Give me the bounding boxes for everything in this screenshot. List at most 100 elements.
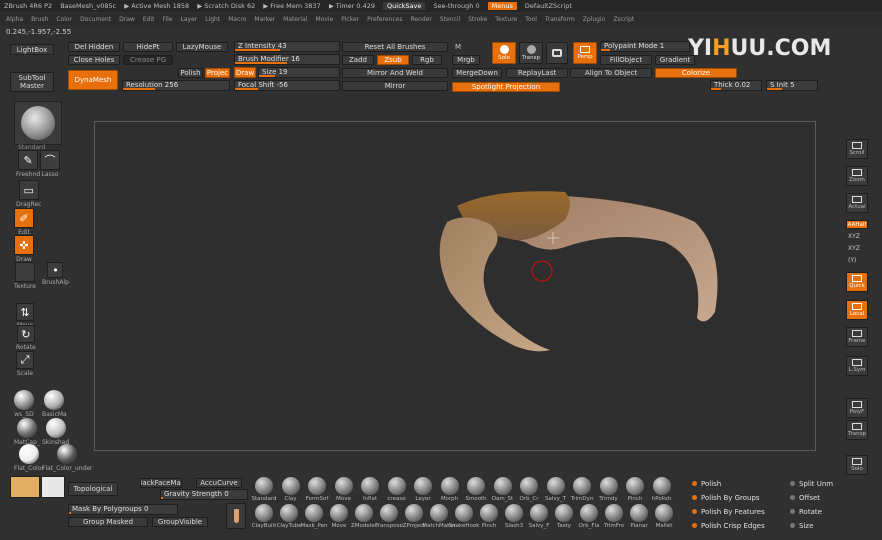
brush-tasty[interactable]: Tasty (552, 504, 576, 529)
secondary-color-swatch[interactable] (41, 476, 65, 498)
option-polish[interactable]: Polish (692, 478, 721, 489)
option-polish-by-features[interactable]: Polish By Features (692, 506, 765, 517)
brush-transpose[interactable]: Transpose (375, 504, 403, 529)
xyz-toggle-1[interactable]: XYZ (848, 245, 860, 252)
menu-document[interactable]: Document (80, 16, 111, 23)
brush-layer[interactable]: Layer (411, 477, 435, 502)
edit-tool[interactable]: ✐ Edit (14, 208, 34, 236)
mrgb-button[interactable]: Mrgb (452, 55, 480, 65)
accucurve-button[interactable]: AccuCurve (196, 478, 242, 488)
actual-button[interactable]: Actual (846, 193, 868, 213)
menu-alpha[interactable]: Alpha (6, 16, 23, 23)
local-button[interactable]: Local (846, 300, 868, 320)
menu-edit[interactable]: Edit (143, 16, 155, 23)
option-polish-by-groups[interactable]: Polish By Groups (692, 492, 760, 503)
scroll-button[interactable]: Scroll (846, 139, 868, 159)
brushalpha-tool[interactable]: • BrushAlp (42, 262, 69, 286)
fillobject-button[interactable]: FillObject (600, 55, 652, 65)
primary-color-swatch[interactable] (10, 476, 40, 498)
solo-button[interactable]: Solo (492, 42, 516, 64)
menu-marker[interactable]: Marker (254, 16, 275, 23)
option-offset[interactable]: Offset (790, 492, 820, 503)
rotate-tool[interactable]: ↻ Rotate (16, 325, 36, 351)
menu-movie[interactable]: Movie (316, 16, 334, 23)
align-to-object-button[interactable]: Align To Object (570, 68, 652, 78)
scale-tool[interactable]: ⤢ Scale (16, 351, 34, 377)
brush-orb-fla[interactable]: Orb_Fla (577, 504, 601, 529)
menu-tool[interactable]: Tool (525, 16, 537, 23)
xyz-toggle-2[interactable]: (Y) (848, 257, 856, 264)
mat4-tool[interactable]: Skinshad (42, 418, 69, 446)
freehand-tool[interactable]: ✎ Freehnd (16, 150, 40, 178)
brush-stroke-icon[interactable] (226, 503, 246, 529)
mat1-tool[interactable]: ws_SD (14, 390, 34, 418)
draw-size-slider[interactable]: Size 19 (258, 67, 340, 78)
option-rotate[interactable]: Rotate (790, 506, 822, 517)
persp-button[interactable]: Persp (573, 42, 597, 64)
menu-texture[interactable]: Texture (495, 16, 517, 23)
camera-icon[interactable] (546, 42, 568, 64)
menu-material[interactable]: Material (283, 16, 307, 23)
brush-trimfro[interactable]: TrimFro (602, 504, 626, 529)
brush-dam-st[interactable]: Dam_St (491, 477, 515, 502)
brush-orb-cr[interactable]: Orb_Cr (517, 477, 541, 502)
menu-transform[interactable]: Transform (545, 16, 575, 23)
dragrect-tool[interactable]: ▭ DragRec (16, 180, 41, 208)
gravity-strength-slider[interactable]: Gravity Strength 0 (160, 489, 248, 500)
brush-pinch[interactable]: Pinch (477, 504, 501, 529)
zsub-button[interactable]: Zsub (377, 55, 409, 65)
mat6-tool[interactable]: Flat_Color_under (42, 444, 92, 472)
del-hidden-button[interactable]: Del Hidden (68, 42, 120, 52)
menu-file[interactable]: File (162, 16, 172, 23)
titlebar-item[interactable]: DefaultZScript (525, 2, 572, 10)
brush-standard[interactable]: Standard (251, 477, 277, 502)
brush-smooth[interactable]: Smooth (464, 477, 488, 502)
resolution-slider[interactable]: Resolution 256 (122, 80, 230, 91)
menu-light[interactable]: Light (205, 16, 220, 23)
mirror-and-weld-button[interactable]: Mirror And Weld (342, 68, 448, 78)
close-holes-button[interactable]: Close Holes (68, 55, 120, 65)
colorize-button[interactable]: Colorize (655, 68, 737, 78)
lightbox-button[interactable]: LightBox (10, 44, 54, 55)
draw-size-mode-button[interactable]: Draw (234, 67, 256, 78)
brush-slash3[interactable]: Slash3 (502, 504, 526, 529)
brush-modifier-slider[interactable]: Brush Modifier 16 (234, 54, 340, 65)
brush-trimdyn[interactable]: TrimDyn (570, 477, 594, 502)
polish-toggle[interactable]: Polish (178, 68, 203, 78)
group-masked-button[interactable]: Group Masked (68, 517, 148, 527)
z-intensity-slider[interactable]: Z Intensity 43 (234, 41, 340, 52)
brush-zmodeler[interactable]: ZModeler (351, 504, 377, 529)
mirror-button[interactable]: Mirror (342, 81, 448, 91)
backface-mask-button[interactable]: BackFaceMas (140, 478, 182, 488)
brush-snakehook[interactable]: SnakeHook (449, 504, 479, 529)
xyz-toggle-0[interactable]: XYZ (848, 233, 860, 240)
menu-brush[interactable]: Brush (31, 16, 48, 23)
topological-button[interactable]: Topological (68, 482, 118, 496)
draw-tool[interactable]: ✜ Draw (14, 235, 34, 263)
frame-button[interactable]: Frame (846, 327, 868, 347)
reset-all-brushes-button[interactable]: Reset All Brushes (342, 42, 448, 52)
brush-morph[interactable]: Morph (438, 477, 462, 502)
option-split-unm[interactable]: Split Unm (790, 478, 833, 489)
quick-button[interactable]: Quick (846, 272, 868, 292)
dynamesh-button[interactable]: DynaMesh (68, 70, 118, 90)
project-toggle[interactable]: Projec (205, 68, 230, 78)
mask-by-polygroups-slider[interactable]: Mask By Polygroups 0 (68, 504, 178, 515)
thick-slider[interactable]: Thick 0.02 (710, 80, 762, 91)
brush-claybuilt[interactable]: ClayBuilt (252, 504, 276, 529)
aahalf-button[interactable]: AAHalf (846, 220, 868, 229)
brush-salvy-t[interactable]: Salvy_T (544, 477, 568, 502)
viewport-canvas[interactable] (94, 121, 816, 451)
l.sym-button[interactable]: L.Sym (846, 356, 868, 376)
brush-move[interactable]: Move (332, 477, 356, 502)
brush-claytube[interactable]: ClayTube (277, 504, 301, 529)
lasso-tool[interactable]: ⌒ Lasso (40, 150, 60, 178)
titlebar-item[interactable]: Menus (487, 2, 517, 10)
solo-button[interactable]: Solo (846, 455, 868, 475)
brush-hpolish[interactable]: hPolish (650, 477, 674, 502)
groupvisible-button[interactable]: GroupVisible (152, 517, 208, 527)
current-brush-thumbnail[interactable] (14, 101, 62, 145)
mergedown-button[interactable]: MergeDown (452, 68, 502, 78)
brush-planar[interactable]: Planar (627, 504, 651, 529)
polypaint-mode-slider[interactable]: Polypaint Mode 1 (600, 41, 690, 52)
